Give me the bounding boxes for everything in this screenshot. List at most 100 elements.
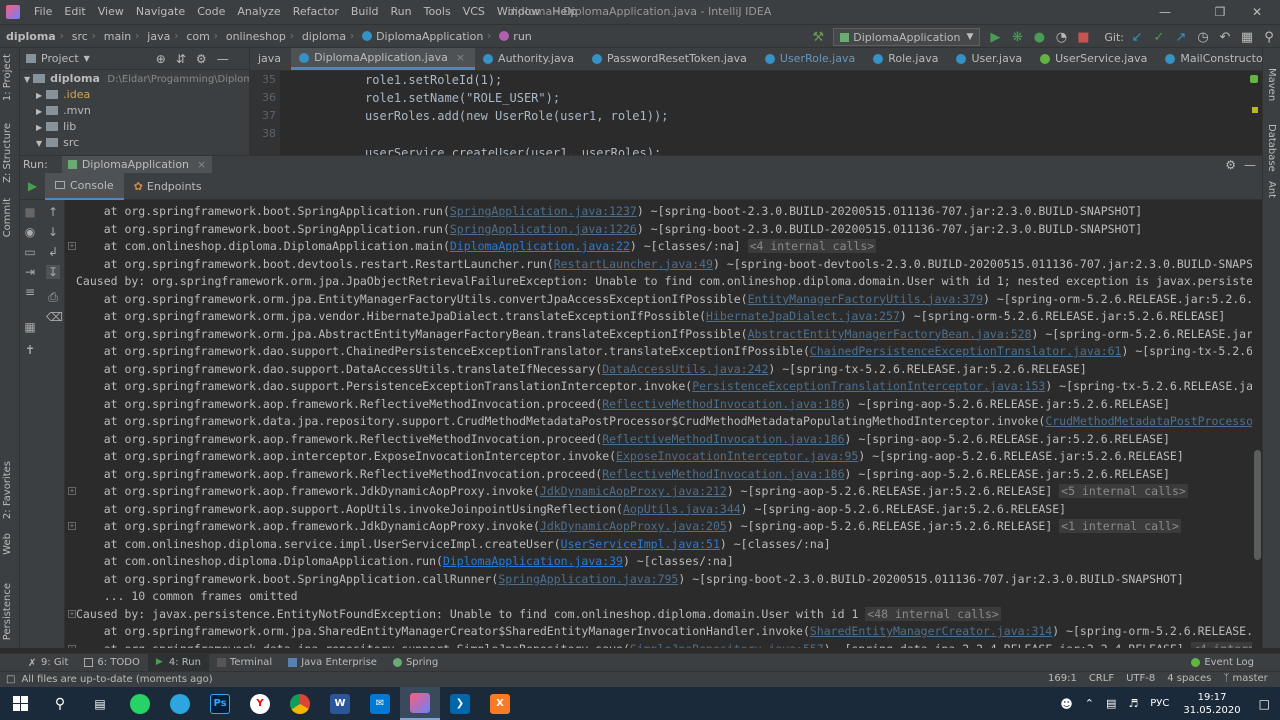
tab-endpoints[interactable]: ✿ Endpoints <box>124 173 212 200</box>
breadcrumb-project[interactable]: diploma <box>0 30 58 43</box>
editor-tab-user[interactable]: User.java <box>948 48 1032 70</box>
internal-calls-badge[interactable]: <5 internal calls> <box>1059 484 1188 498</box>
editor-tab-authority[interactable]: Authority.java <box>475 48 584 70</box>
scroll-up-icon[interactable]: ↑ <box>46 205 60 219</box>
line-separator[interactable]: CRLF <box>1083 673 1120 684</box>
search-icon[interactable]: ⚲ <box>1258 30 1280 45</box>
minimize-icon[interactable]: — <box>1142 0 1188 24</box>
search-button[interactable]: ⚲ <box>40 687 80 720</box>
editor-tab-mailconstructor[interactable]: MailConstructor.java <box>1157 48 1262 70</box>
stacktrace-link[interactable]: DataAccessUtils.java:242 <box>602 362 768 376</box>
editor-tab-userservice[interactable]: UserService.java <box>1032 48 1157 70</box>
breadcrumb-com[interactable]: com <box>180 30 212 43</box>
clock[interactable]: 19:17 31.05.2020 <box>1175 691 1248 717</box>
stacktrace-link[interactable]: EntityManagerFactoryUtils.java:379 <box>748 292 983 306</box>
scroll-to-end-icon[interactable]: ↧ <box>46 265 60 279</box>
status-message[interactable]: All files are up-to-date (moments ago) <box>21 674 218 685</box>
chevron-down-icon[interactable]: ▼ <box>84 54 90 63</box>
caret-position[interactable]: 169:1 <box>1042 673 1083 684</box>
project-structure-icon[interactable]: ▦ <box>1236 30 1258 45</box>
close-icon[interactable]: ✕ <box>1234 0 1280 24</box>
breadcrumb-java[interactable]: java <box>141 30 172 43</box>
editor-tab-diplomaapplication[interactable]: DiplomaApplication.java × <box>291 48 476 70</box>
hide-icon[interactable]: — <box>217 52 229 66</box>
task-view-button[interactable]: ▤ <box>80 687 120 720</box>
editor-tab-role[interactable]: Role.java <box>865 48 948 70</box>
print-icon[interactable]: ⎙ <box>46 290 60 304</box>
fold-icon[interactable]: + <box>68 609 76 618</box>
stacktrace-link[interactable]: CrudMethodMetadataPostProcessor.java:1 <box>1045 414 1252 428</box>
breadcrumb-onlineshop[interactable]: onlineshop <box>220 30 288 43</box>
close-tab-icon[interactable]: × <box>456 48 465 67</box>
stacktrace-link[interactable]: JdkDynamicAopProxy.java:205 <box>540 519 727 533</box>
code-line[interactable]: userService.createUser(user1, userRoles)… <box>365 144 661 155</box>
taskbar-whatsapp[interactable] <box>120 687 160 720</box>
breadcrumb-method[interactable]: run <box>493 30 533 43</box>
taskbar-telegram[interactable] <box>160 687 200 720</box>
hammer-icon[interactable]: ⚒ <box>807 30 829 45</box>
tree-item-mvn[interactable]: ▶ .mvn <box>20 103 249 119</box>
git-commit-icon[interactable]: ✓ <box>1148 30 1170 45</box>
stacktrace-link[interactable]: SimpleJpaRepository.java:557 <box>630 642 824 649</box>
scroll-down-icon[interactable]: ↓ <box>46 225 60 239</box>
taskbar-yandex[interactable]: Y <box>240 687 280 720</box>
people-icon[interactable]: ☻ <box>1054 697 1079 711</box>
menu-file[interactable]: File <box>28 0 58 24</box>
tree-item-lib[interactable]: ▶ lib <box>20 119 249 135</box>
stacktrace-link[interactable]: AopUtils.java:344 <box>623 502 741 516</box>
taskbar-intellij[interactable] <box>400 687 440 720</box>
stacktrace-link[interactable]: ChainedPersistenceExceptionTranslator.ja… <box>810 344 1122 358</box>
console-output[interactable]: at org.springframework.boot.SpringApplic… <box>65 200 1252 648</box>
stacktrace-link[interactable]: PersistenceExceptionTranslationIntercept… <box>692 379 1045 393</box>
file-encoding[interactable]: UTF-8 <box>1120 673 1161 684</box>
code-line[interactable]: role1.setRoleId(1); <box>365 71 502 89</box>
stacktrace-link[interactable]: ReflectiveMethodInvocation.java:186 <box>602 432 844 446</box>
stacktrace-link[interactable]: DiplomaApplication.java:22 <box>450 239 630 253</box>
tab-git[interactable]: ✗ 9: Git <box>20 654 76 672</box>
editor-tab-userrole[interactable]: UserRole.java <box>757 48 865 70</box>
taskbar-photoshop[interactable]: Ps <box>200 687 240 720</box>
menu-build[interactable]: Build <box>345 0 385 24</box>
code-line[interactable]: userRoles.add(new UserRole(user1, role1)… <box>365 107 668 125</box>
git-push-icon[interactable]: ↗ <box>1170 30 1192 45</box>
persistence-tool-tab[interactable]: Persistence <box>2 583 13 640</box>
inspection-ok-icon[interactable] <box>1250 75 1258 83</box>
code-line[interactable]: role1.setName("ROLE_USER"); <box>365 89 560 107</box>
tab-terminal[interactable]: Terminal <box>209 654 280 672</box>
tab-java-enterprise[interactable]: Java Enterprise <box>280 654 385 672</box>
git-update-icon[interactable]: ↙ <box>1126 30 1148 45</box>
fold-icon[interactable]: + <box>68 242 76 250</box>
network-icon[interactable]: ▤ <box>1100 697 1122 710</box>
breadcrumb-class[interactable]: DiplomaApplication <box>356 30 485 43</box>
dump-threads-icon[interactable]: ≡ <box>23 285 37 299</box>
internal-calls-badge[interactable]: <4 internal calls <box>1190 641 1252 648</box>
gear-icon[interactable]: ⚙ <box>196 52 207 66</box>
favorites-tool-tab[interactable]: 2: Favorites <box>2 461 13 519</box>
menu-refactor[interactable]: Refactor <box>287 0 345 24</box>
taskbar-mail[interactable]: ✉ <box>360 687 400 720</box>
web-tool-tab[interactable]: Web <box>2 533 13 555</box>
fold-icon[interactable]: + <box>68 522 76 530</box>
editor-tab-passwordresettoken[interactable]: PasswordResetToken.java <box>584 48 757 70</box>
run-icon[interactable]: ▶ <box>984 30 1006 45</box>
volume-icon[interactable]: ♬ <box>1122 697 1144 710</box>
stacktrace-link[interactable]: DiplomaApplication.java:39 <box>443 554 623 568</box>
pin-icon[interactable]: ✝ <box>23 343 37 357</box>
menu-tools[interactable]: Tools <box>418 0 457 24</box>
menu-view[interactable]: View <box>92 0 130 24</box>
stacktrace-link[interactable]: AbstractEntityManagerFactoryBean.java:52… <box>748 327 1032 341</box>
camera-icon[interactable]: ◉ <box>23 225 37 239</box>
notifications-icon[interactable]: □ <box>1249 697 1280 711</box>
stop-icon[interactable]: ■ <box>1072 30 1094 45</box>
internal-calls-badge[interactable]: <4 internal calls> <box>747 239 877 253</box>
breadcrumb-diploma[interactable]: diploma <box>296 30 348 43</box>
rerun-icon[interactable]: ▶ <box>20 179 45 193</box>
stacktrace-link[interactable]: HibernateJpaDialect.java:257 <box>706 309 900 323</box>
taskbar-word[interactable]: W <box>320 687 360 720</box>
project-tool-tab[interactable]: 1: Project <box>2 54 13 101</box>
warning-marker[interactable] <box>1252 107 1258 113</box>
internal-calls-badge[interactable]: <1 internal call> <box>1059 519 1181 533</box>
menu-edit[interactable]: Edit <box>58 0 91 24</box>
stacktrace-link[interactable]: SpringApplication.java:1226 <box>450 222 637 236</box>
tab-todo[interactable]: 6: TODO <box>76 654 147 672</box>
